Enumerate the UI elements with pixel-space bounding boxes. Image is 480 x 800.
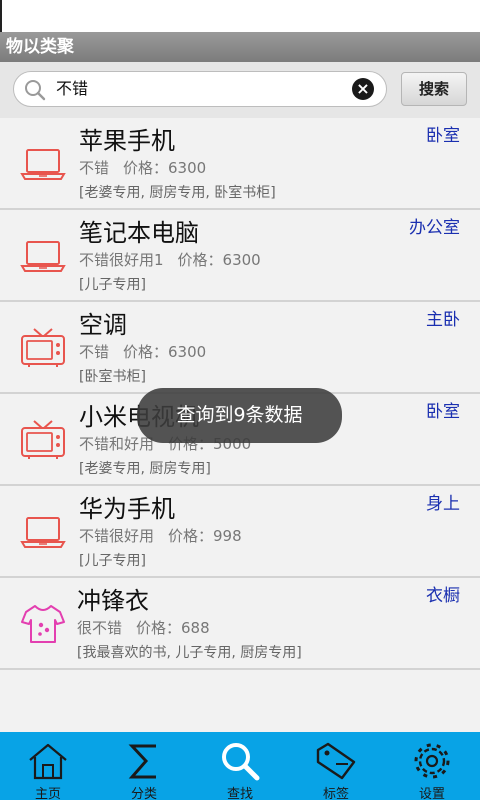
item-desc-text: 不错: [79, 159, 110, 177]
item-price: 价格：688: [136, 619, 210, 637]
laptop-icon: [20, 241, 66, 272]
search-box[interactable]: ×: [13, 71, 387, 107]
tab-category[interactable]: 分类: [96, 732, 192, 800]
item-price: 价格：6300: [123, 343, 207, 361]
item-price: 价格：6300: [123, 159, 207, 177]
item-desc-text: 不错和好用: [79, 435, 155, 453]
item-desc-text: 不错很好用1: [79, 251, 164, 269]
list-item[interactable]: 苹果手机 卧室 不错 价格：6300 [老婆专用, 厨房专用, 卧室书柜]: [0, 118, 480, 210]
tab-label: 设置: [418, 787, 445, 800]
search-input[interactable]: [56, 72, 346, 106]
list-item[interactable]: 空调 主卧 不错 价格：6300 [卧室书柜]: [0, 302, 480, 394]
tab-label: 查找: [226, 787, 253, 800]
tab-tags[interactable]: 标签: [288, 732, 384, 800]
item-name: 华为手机: [79, 495, 175, 523]
clothes-icon: [21, 605, 65, 643]
item-desc-text: 不错: [79, 343, 110, 361]
laptop-icon: [20, 517, 66, 548]
tab-label: 主页: [34, 787, 61, 800]
item-tags: [卧室书柜]: [79, 369, 146, 385]
laptop-icon: [20, 149, 66, 180]
bottom-tab-bar: 主页 分类 查找 标签 设置: [0, 732, 480, 800]
item-name: 苹果手机: [79, 127, 175, 155]
magnifier-icon: [25, 80, 46, 101]
status-strip: [0, 0, 480, 32]
item-tags: [我最喜欢的书, 儿子专用, 厨房专用]: [77, 645, 302, 661]
list-item[interactable]: 笔记本电脑 办公室 不错很好用1 价格：6300 [儿子专用]: [0, 210, 480, 302]
item-desc: 不错很好用 价格：998: [79, 525, 242, 546]
item-location: 卧室: [426, 402, 460, 422]
list-item[interactable]: 冲锋衣 衣橱 很不错 价格：688 [我最喜欢的书, 儿子专用, 厨房专用]: [0, 578, 480, 670]
item-desc: 不错 价格：6300: [79, 341, 206, 362]
item-desc: 很不错 价格：688: [77, 617, 210, 638]
item-name: 笔记本电脑: [79, 219, 199, 247]
item-name: 空调: [79, 311, 127, 339]
app-title: 物以类聚: [0, 32, 480, 62]
tag-icon: [316, 742, 356, 780]
item-price: 价格：6300: [177, 251, 261, 269]
item-location: 衣橱: [426, 586, 460, 606]
search-button[interactable]: 搜索: [401, 72, 467, 106]
item-desc: 不错很好用1 价格：6300: [79, 249, 261, 270]
item-tags: [老婆专用, 厨房专用, 卧室书柜]: [79, 185, 276, 201]
item-tags: [儿子专用]: [79, 277, 146, 293]
item-location: 主卧: [426, 310, 460, 330]
tab-label: 分类: [130, 787, 157, 800]
tab-label: 标签: [322, 787, 349, 800]
tab-settings[interactable]: 设置: [384, 732, 480, 800]
item-tags: [老婆专用, 厨房专用]: [79, 461, 211, 477]
item-desc-text: 不错很好用: [79, 527, 155, 545]
tv-icon: [21, 328, 65, 367]
gear-icon: [414, 743, 450, 779]
item-desc-text: 很不错: [77, 619, 123, 637]
clear-icon[interactable]: ×: [352, 78, 374, 100]
item-location: 卧室: [426, 126, 460, 146]
tab-search[interactable]: 查找: [192, 732, 288, 800]
item-location: 身上: [426, 494, 460, 514]
list-item[interactable]: 华为手机 身上 不错很好用 价格：998 [儿子专用]: [0, 486, 480, 578]
item-desc: 不错 价格：6300: [79, 157, 206, 178]
search-bar: × 搜索: [0, 62, 480, 118]
tab-home[interactable]: 主页: [0, 732, 96, 800]
search-icon: [222, 743, 260, 781]
tv-icon: [21, 420, 65, 459]
item-tags: [儿子专用]: [79, 553, 146, 569]
sigma-icon: [128, 744, 156, 779]
item-location: 办公室: [409, 218, 460, 238]
home-icon: [29, 743, 67, 780]
item-price: 价格：998: [168, 527, 242, 545]
toast-message: 查询到9条数据: [137, 388, 342, 443]
item-name: 冲锋衣: [77, 587, 149, 615]
